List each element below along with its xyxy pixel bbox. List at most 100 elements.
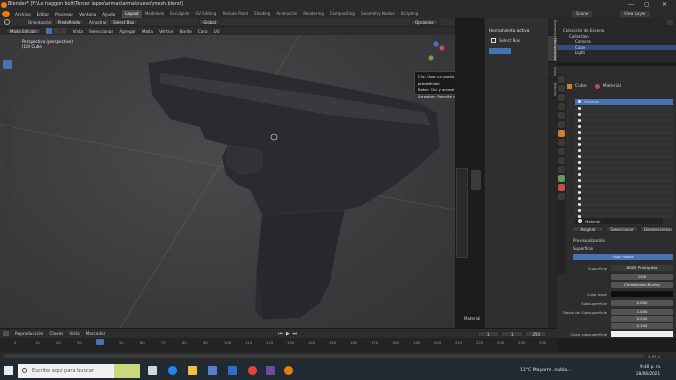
radius-x-field[interactable]: 1.000 — [611, 309, 673, 315]
select-box-icon[interactable] — [3, 60, 12, 69]
material-slot[interactable] — [575, 112, 673, 117]
cursor-tool-icon[interactable] — [4, 19, 10, 25]
workspace-tab-animation[interactable]: Animación — [273, 10, 300, 18]
end-frame-field[interactable]: 250 — [525, 330, 548, 337]
outliner-filter-icon[interactable] — [667, 20, 673, 25]
material-slot[interactable] — [575, 136, 673, 141]
maximize-button[interactable]: ▢ — [644, 1, 650, 8]
base-color-swatch[interactable] — [611, 291, 673, 297]
menu-file[interactable]: Archivo — [12, 12, 34, 17]
start-frame-field[interactable]: 1 — [501, 330, 524, 337]
workspace-tab-sculpting[interactable]: Esculpido — [167, 10, 192, 18]
tab-tool[interactable]: Herramienta — [548, 36, 557, 62]
menu-edit[interactable]: Editar — [34, 12, 52, 17]
view-layer-selector[interactable]: View Layer — [620, 11, 650, 17]
extrude-icon[interactable] — [3, 148, 12, 157]
use-nodes-button[interactable]: Usar nodos — [573, 254, 673, 260]
material-slot[interactable] — [575, 178, 673, 183]
assign-button[interactable]: Asignar — [572, 226, 604, 232]
menu-mesh[interactable]: Malla — [139, 29, 156, 34]
transform-icon[interactable] — [3, 104, 12, 113]
3d-viewport[interactable] — [0, 35, 455, 328]
select-box-icon[interactable] — [491, 38, 496, 43]
menu-window[interactable]: Ventana — [76, 12, 99, 17]
subsurface-field[interactable]: 0.000 — [611, 300, 673, 306]
rip-icon[interactable] — [3, 269, 12, 278]
mode-dropdown[interactable]: Modo Edición — [6, 28, 41, 34]
jump-start-icon[interactable]: ⏮ — [278, 331, 283, 337]
zoom-icon[interactable] — [444, 46, 451, 53]
object-props-icon[interactable] — [558, 130, 565, 137]
world-props-icon[interactable] — [558, 121, 565, 128]
render-props-icon[interactable] — [558, 85, 565, 92]
weather-widget[interactable]: 11°C Mayorm. nubla... — [520, 368, 572, 373]
material-slot[interactable] — [575, 184, 673, 189]
task-view-icon[interactable] — [148, 366, 157, 375]
surface-panel-header[interactable]: Superficie — [573, 246, 593, 251]
material-slot[interactable] — [575, 130, 673, 135]
preview-panel-header[interactable]: Previsualización — [573, 238, 605, 243]
material-slot[interactable] — [575, 142, 673, 147]
vertex-select-icon[interactable] — [45, 28, 52, 34]
scene-selector[interactable]: Scene — [572, 11, 593, 17]
texture-props-icon[interactable] — [558, 193, 565, 200]
edge-slide-icon[interactable] — [3, 236, 12, 245]
modifier-props-icon[interactable] — [558, 139, 565, 146]
surface-shader-field[interactable]: BSDF Principista — [611, 265, 673, 271]
material-slot[interactable] — [575, 166, 673, 171]
tab-view[interactable]: Vista — [548, 62, 557, 80]
workspace-tab-texture-paint[interactable]: Texture Paint — [219, 10, 251, 18]
app-icon[interactable] — [266, 366, 275, 375]
play-icon[interactable]: ▶ — [286, 331, 290, 337]
loop-cut-icon[interactable] — [3, 181, 12, 190]
menu-timeline-view[interactable]: Vista — [66, 331, 82, 336]
menu-view[interactable]: Vista — [70, 29, 86, 34]
tab-edit[interactable]: Edición — [548, 80, 557, 98]
radius-y-field[interactable]: 0.200 — [611, 316, 673, 322]
outliner-row-light[interactable]: Light — [557, 50, 676, 56]
move-icon[interactable] — [3, 71, 12, 80]
workspace-tab-shading[interactable]: Shading — [251, 10, 273, 18]
store-icon[interactable] — [208, 366, 217, 375]
menu-render[interactable]: Procesar — [52, 12, 76, 17]
menu-face[interactable]: Cara — [195, 29, 211, 34]
jump-end-icon[interactable]: ⏭ — [293, 331, 298, 337]
particles-icon[interactable] — [558, 148, 565, 155]
menu-uv[interactable]: UV — [211, 29, 223, 34]
mail-icon[interactable] — [228, 366, 237, 375]
timeline-ruler[interactable]: 0102030405060708090100110120130140150160… — [0, 338, 557, 352]
subsurface-method-dropdown[interactable]: Christensen-Burley — [611, 282, 673, 288]
material-slot[interactable] — [575, 154, 673, 159]
minimize-button[interactable]: — — [628, 1, 634, 8]
data-props-icon[interactable] — [558, 175, 565, 182]
radius-z-field[interactable]: 0.100 — [611, 323, 673, 329]
options-dropdown[interactable]: Opciones — [410, 19, 438, 25]
workspace-tab-compositing[interactable]: Compositing — [327, 10, 358, 18]
shear-icon[interactable] — [3, 258, 12, 267]
menu-vertex[interactable]: Vértice — [156, 29, 177, 34]
cursor-icon[interactable] — [3, 49, 12, 58]
menu-keying[interactable]: Claves — [46, 331, 66, 336]
physics-icon[interactable] — [558, 157, 565, 164]
menu-add[interactable]: Agregar — [116, 29, 139, 34]
menu-help[interactable]: Ayuda — [99, 12, 118, 17]
drag-dropdown[interactable]: Select Box — [109, 19, 139, 25]
blender-taskbar-icon[interactable] — [284, 366, 293, 375]
add-cube-icon[interactable] — [3, 137, 12, 146]
select-button[interactable]: Seleccionar — [606, 226, 638, 232]
face-select-icon[interactable] — [59, 28, 66, 34]
scene-props-icon[interactable] — [558, 112, 565, 119]
material-slot[interactable] — [575, 106, 673, 111]
clock-date[interactable]: 28/06/2021 — [636, 371, 660, 376]
measure-icon[interactable] — [3, 126, 12, 135]
workspace-tab-scripting[interactable]: Scripting — [398, 10, 422, 18]
menu-playback[interactable]: Reproducción — [12, 331, 46, 336]
workspace-tab-geometry-nodes[interactable]: Geometry Nodes — [358, 10, 398, 18]
file-explorer-icon[interactable] — [188, 366, 197, 375]
workspace-tab-uv-editing[interactable]: UV Editing — [192, 10, 219, 18]
clock-time[interactable]: 9:40 p. m. — [640, 364, 661, 369]
transform-orientation-dropdown[interactable]: Global — [199, 19, 220, 25]
material-slot[interactable] — [575, 172, 673, 177]
material-slot[interactable] — [575, 148, 673, 153]
annotate-icon[interactable] — [3, 115, 12, 124]
